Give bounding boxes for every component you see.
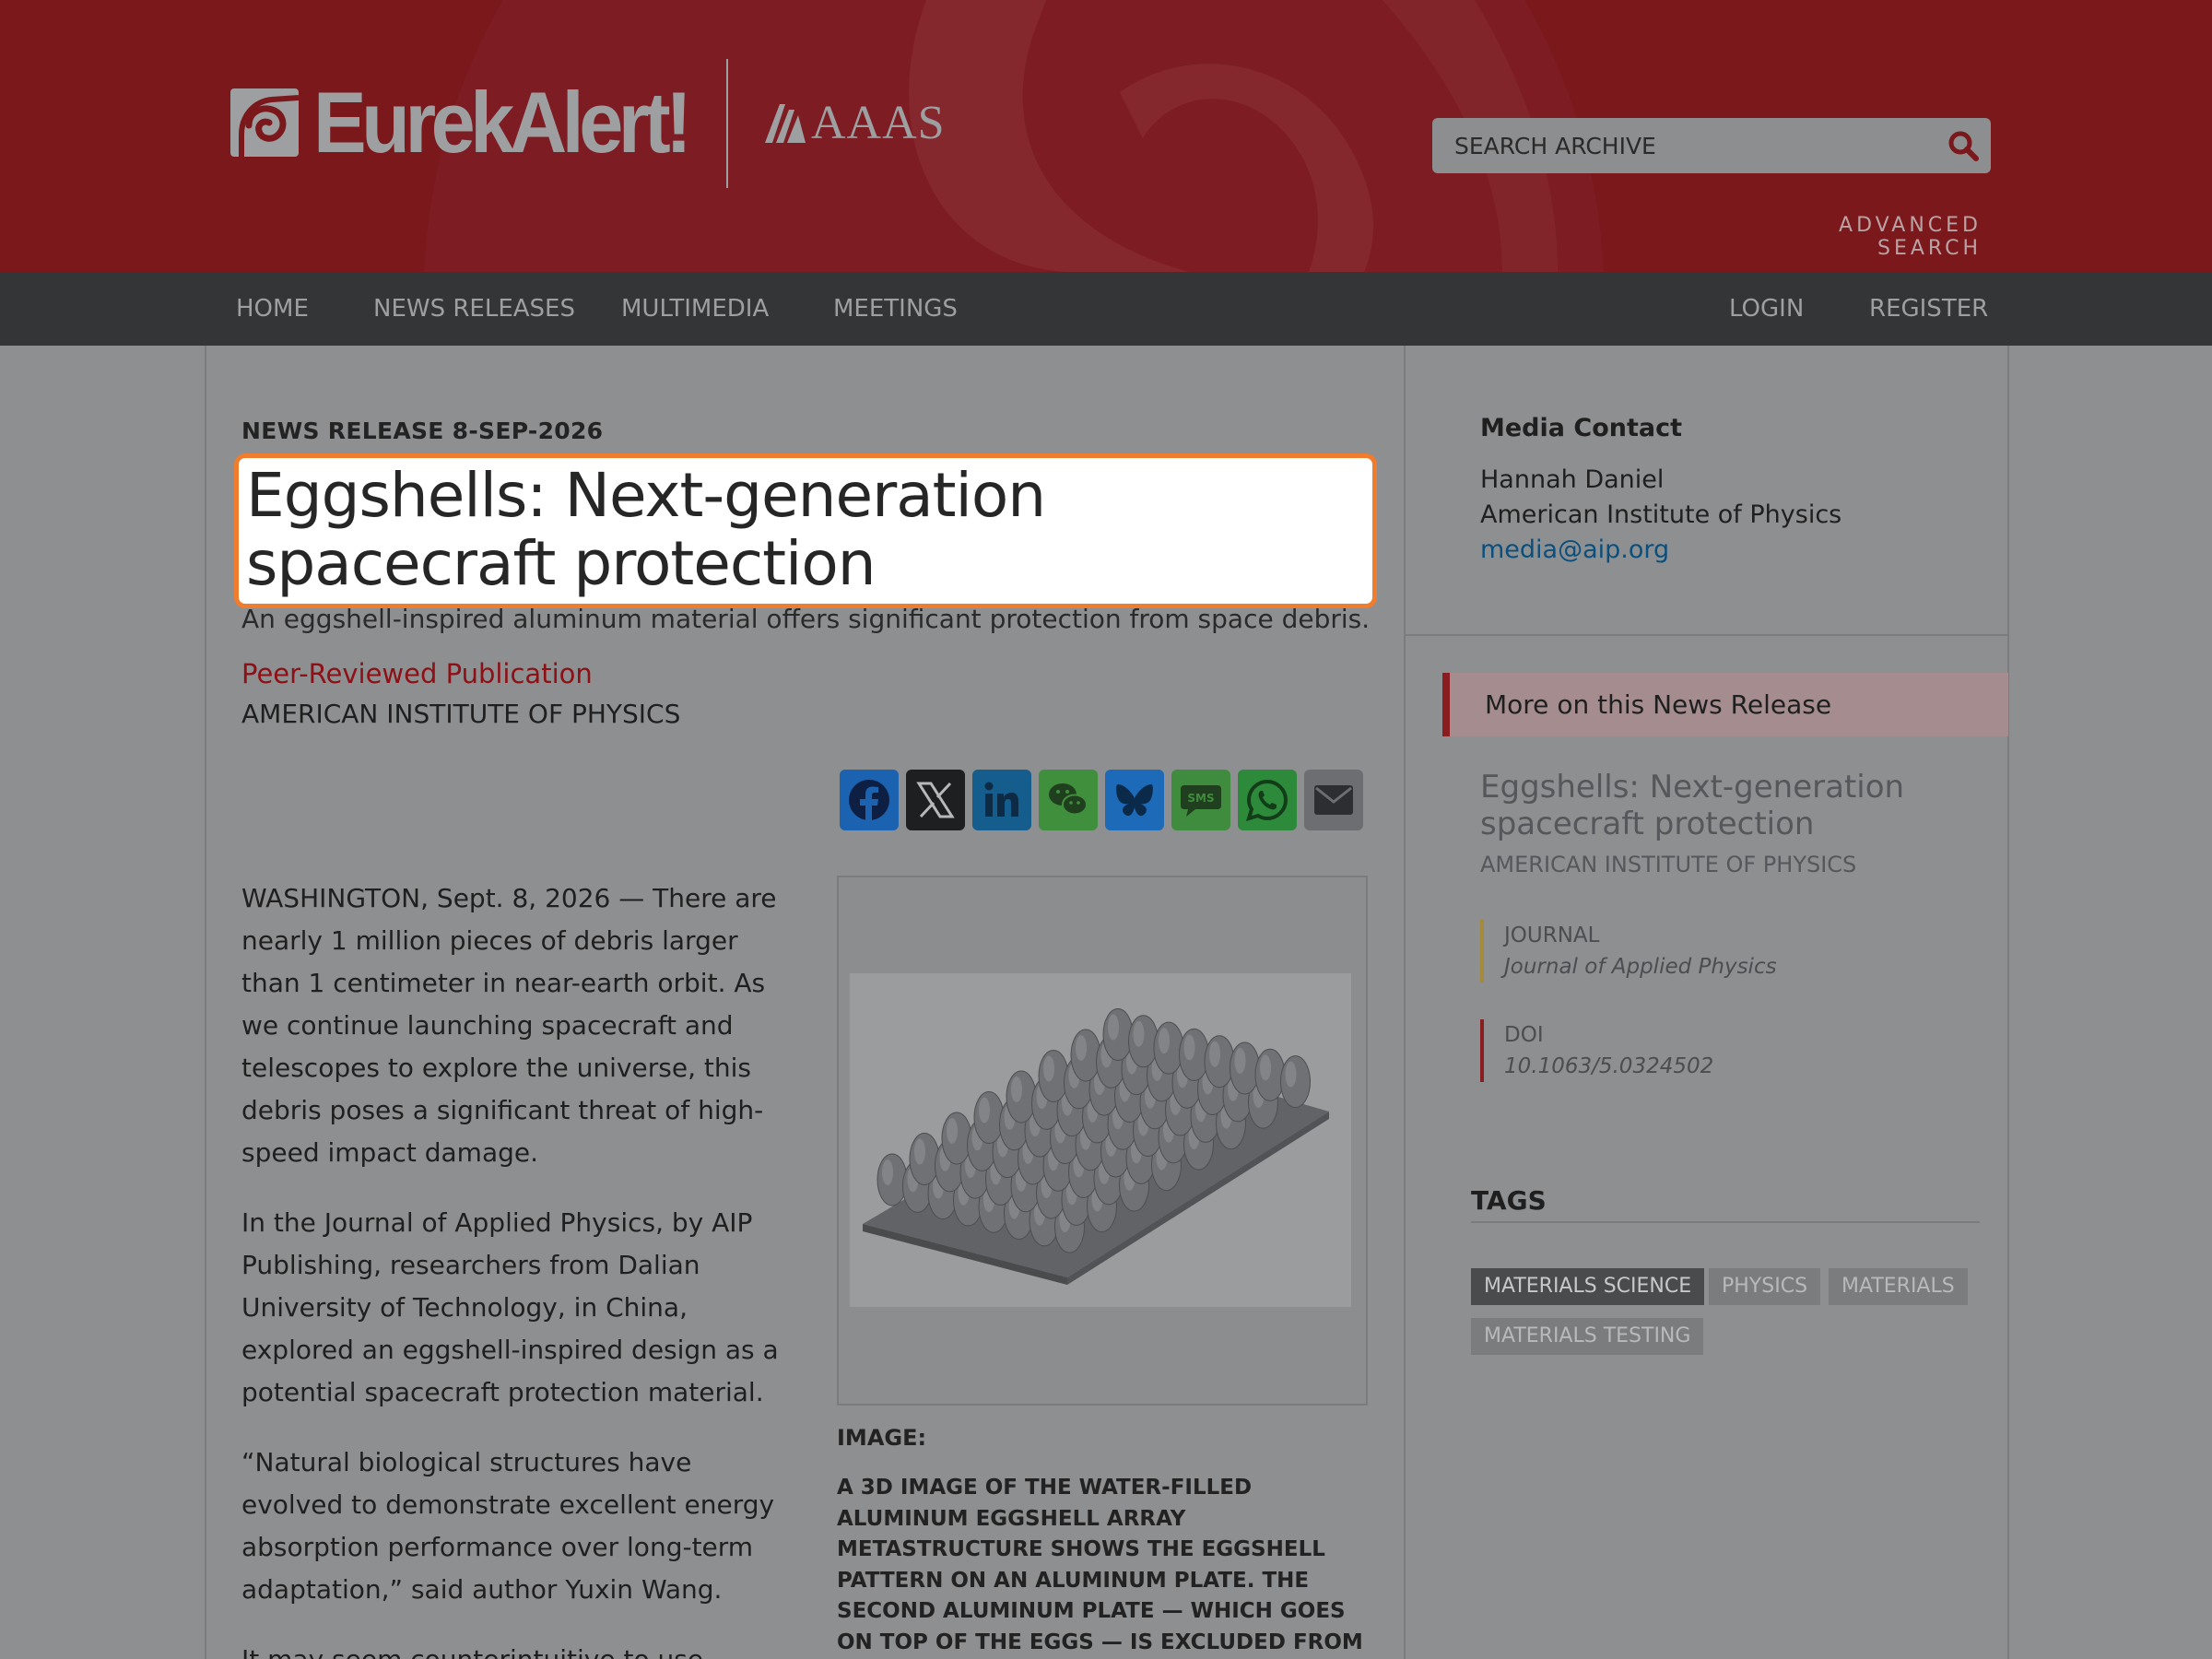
doi-info: DOI 10.1063/5.0324502	[1480, 1019, 1849, 1082]
search-input[interactable]	[1454, 132, 1936, 159]
wechat-icon	[1049, 783, 1088, 816]
publication-type-link[interactable]: Peer-Reviewed Publication	[241, 658, 593, 689]
article-paragraph: In the Journal of Applied Physics, by AI…	[241, 1207, 779, 1407]
nav-register[interactable]: REGISTER	[1869, 272, 1988, 346]
eggshell-unit	[1204, 1035, 1235, 1088]
tags-divider	[1471, 1221, 1980, 1223]
sms-share-button[interactable]: SMS	[1171, 770, 1230, 830]
eggshell-unit	[973, 1091, 1005, 1144]
tag-physics[interactable]: PHYSICS	[1709, 1268, 1821, 1305]
eggshell-unit	[1153, 1021, 1184, 1075]
search-icon[interactable]	[1936, 118, 1991, 173]
advanced-search-link[interactable]: ADVANCED SEARCH	[1733, 214, 1982, 260]
nav-news-releases[interactable]: NEWS RELEASES	[373, 272, 575, 346]
tags-heading: TAGS	[1471, 1185, 1547, 1216]
share-bar: SMS	[840, 770, 1363, 830]
doi-label: DOI	[1504, 1023, 1544, 1047]
eggshell-unit	[909, 1133, 940, 1185]
more-on-release-bar: More on this News Release	[1442, 673, 2008, 736]
eurekalert-swirl-icon	[230, 88, 299, 157]
search-box	[1432, 118, 1991, 173]
eggshell-unit	[877, 1153, 908, 1206]
related-release-title[interactable]: Eggshells: Next-generation spacecraft pr…	[1480, 769, 1959, 842]
aaas-wordmark: AAAS	[811, 97, 946, 149]
doi-value[interactable]: 10.1063/5.0324502	[1504, 1051, 1849, 1082]
linkedin-share-button[interactable]	[972, 770, 1031, 830]
tag-materials[interactable]: MATERIALS	[1829, 1268, 1968, 1305]
whatsapp-icon	[1246, 779, 1288, 821]
facebook-icon	[849, 780, 889, 820]
contact-name: Hannah Daniel	[1480, 465, 1665, 494]
nav-home[interactable]: HOME	[236, 272, 309, 346]
logo-divider	[726, 59, 728, 188]
eggshell-unit	[1230, 1041, 1260, 1095]
linkedin-icon	[984, 782, 1018, 817]
eggshell-unit	[1102, 1008, 1134, 1061]
wechat-share-button[interactable]	[1039, 770, 1098, 830]
site-header: EurekAlert! AAAS ADVANCED SEARCH	[0, 0, 2212, 272]
eggshell-unit	[1254, 1048, 1286, 1101]
release-date: NEWS RELEASE 8-SEP-2026	[241, 418, 604, 444]
eggshell-unit	[1006, 1070, 1037, 1124]
email-share-button[interactable]	[1304, 770, 1363, 830]
aaas-mark-icon	[765, 104, 806, 143]
contact-organization: American Institute of Physics	[1480, 500, 1842, 529]
page-title: Eggshells: Next-generation spacecraft pr…	[246, 460, 1046, 599]
sms-icon: SMS	[1181, 785, 1221, 817]
title-highlight: Eggshells: Next-generation spacecraft pr…	[234, 453, 1377, 608]
eggshell-unit	[1179, 1028, 1209, 1081]
article-body: WASHINGTON, Sept. 8, 2026 — There are ne…	[241, 877, 794, 1659]
eggshell-unit	[1128, 1015, 1159, 1068]
nav-login[interactable]: LOGIN	[1729, 272, 1804, 346]
logo-wordmark: EurekAlert!	[313, 74, 692, 171]
eggshell-array-render	[850, 973, 1351, 1307]
aaas-logo[interactable]: AAAS	[763, 100, 946, 147]
institution-name: AMERICAN INSTITUTE OF PHYSICS	[241, 699, 681, 729]
eggshell-unit	[941, 1112, 972, 1165]
media-contact-heading: Media Contact	[1480, 414, 1683, 442]
eggshell-unit	[1038, 1050, 1069, 1102]
article-paragraph: It may seem counterintuitive to use	[241, 1639, 794, 1659]
main-nav: HOME NEWS RELEASES MULTIMEDIA MEETINGS L…	[0, 272, 2212, 346]
nav-multimedia[interactable]: MULTIMEDIA	[621, 272, 769, 346]
x-share-button[interactable]	[906, 770, 965, 830]
nav-meetings[interactable]: MEETINGS	[833, 272, 958, 346]
journal-info: JOURNAL Journal of Applied Physics	[1480, 920, 1849, 982]
journal-label: JOURNAL	[1504, 924, 1600, 947]
image-label: IMAGE:	[837, 1425, 927, 1451]
related-release-org: AMERICAN INSTITUTE OF PHYSICS	[1480, 852, 1857, 877]
article-subtitle: An eggshell-inspired aluminum material o…	[241, 604, 1371, 634]
svg-text:SMS: SMS	[1187, 792, 1214, 805]
journal-value: Journal of Applied Physics	[1504, 955, 1777, 979]
whatsapp-share-button[interactable]	[1238, 770, 1297, 830]
tag-materials-science[interactable]: MATERIALS SCIENCE	[1471, 1268, 1705, 1305]
article-paragraph: “Natural biological structures have evol…	[241, 1447, 775, 1605]
bluesky-share-button[interactable]	[1105, 770, 1164, 830]
x-logo-icon	[916, 782, 955, 818]
article-paragraph: WASHINGTON, Sept. 8, 2026 — There are ne…	[241, 883, 777, 1168]
email-icon	[1314, 785, 1353, 815]
bluesky-butterfly-icon	[1116, 784, 1153, 817]
image-caption: A 3D image of the water-filled aluminum …	[837, 1476, 1363, 1654]
facebook-share-button[interactable]	[840, 770, 899, 830]
tag-materials-testing[interactable]: MATERIALS TESTING	[1471, 1318, 1704, 1355]
eurekalert-logo[interactable]: EurekAlert!	[230, 74, 720, 171]
eggshell-unit	[1280, 1055, 1311, 1109]
eggshell-unit	[1070, 1029, 1101, 1082]
sidebar-divider	[1406, 634, 2009, 636]
more-on-release-label: More on this News Release	[1485, 689, 1832, 720]
contact-email-link[interactable]: media@aip.org	[1480, 535, 1669, 564]
article-image[interactable]	[837, 876, 1368, 1406]
